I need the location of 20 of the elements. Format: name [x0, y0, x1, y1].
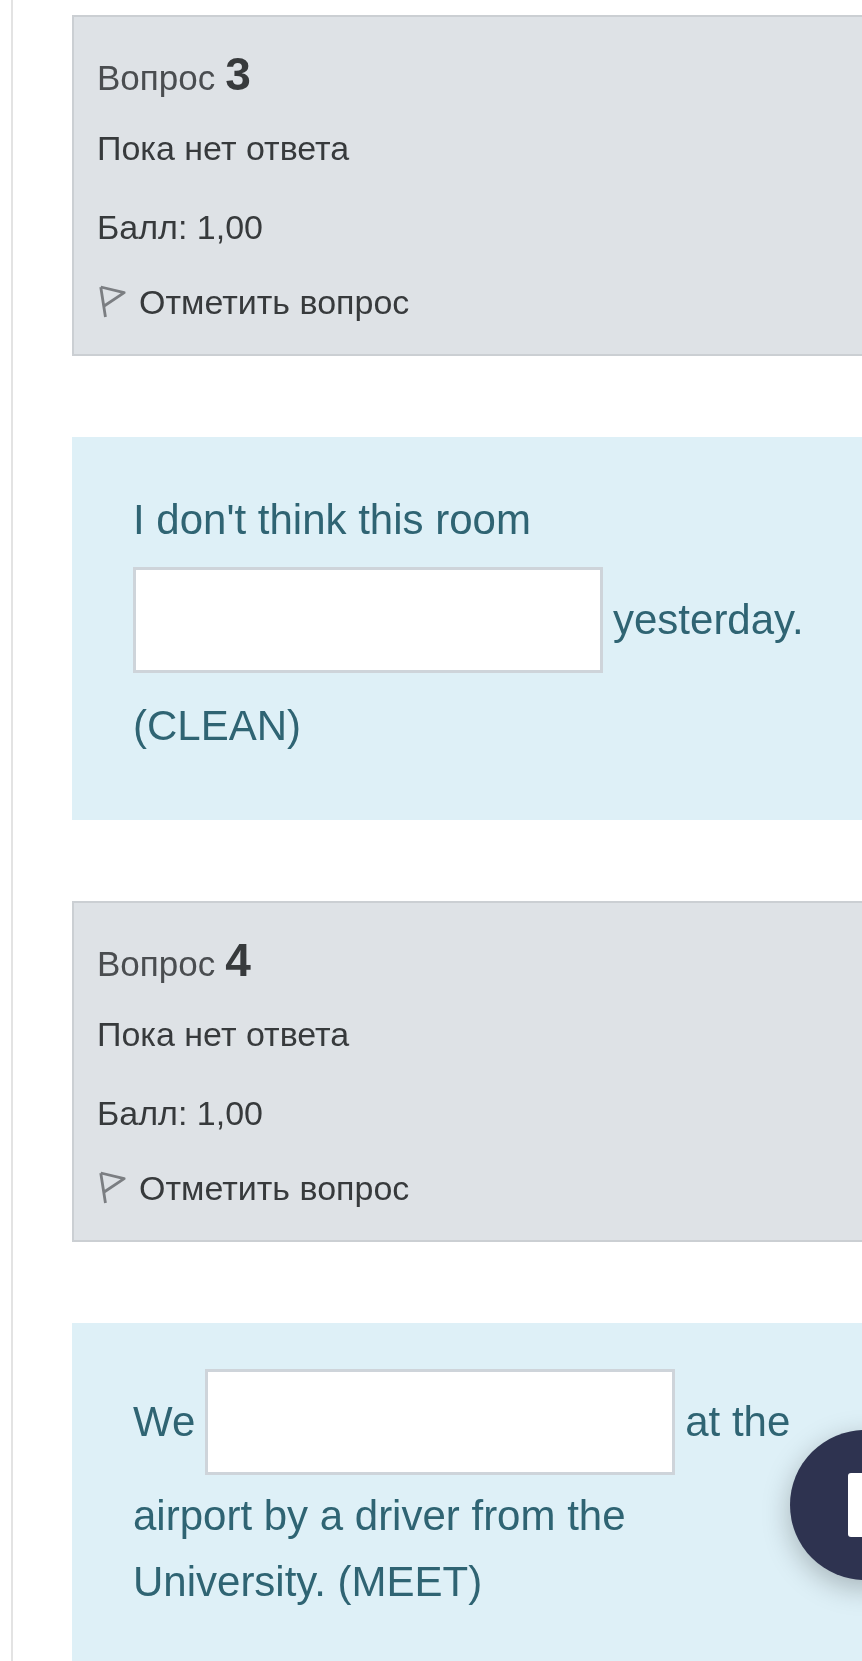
question-text: We: [133, 1397, 196, 1447]
question-label: Вопрос: [97, 944, 216, 984]
question-text: at the: [685, 1397, 791, 1447]
question-label: Вопрос: [97, 58, 216, 98]
answer-status: Пока нет ответа: [97, 128, 351, 169]
answer-field[interactable]: [205, 1369, 676, 1475]
grade-text: Балл: 1,00: [97, 207, 264, 248]
question-text: airport by a driver from the University. (MEET): [133, 1491, 627, 1607]
flag-question-link[interactable]: Отметить вопрос: [139, 1168, 410, 1208]
flag-question-link[interactable]: Отметить вопрос: [139, 282, 410, 322]
answer-field[interactable]: [133, 567, 603, 673]
answer-status: Пока нет ответа: [97, 1014, 351, 1055]
question-text: (CLEAN): [133, 700, 302, 751]
grade-text: Балл: 1,00: [97, 1093, 264, 1134]
flag-icon[interactable]: [97, 285, 127, 319]
question-number: 4: [225, 933, 251, 987]
question-number: 3: [225, 47, 251, 101]
flag-icon[interactable]: [97, 1171, 127, 1205]
question-text: yesterday.: [613, 595, 804, 645]
question-text: I don't think this room: [133, 494, 531, 545]
